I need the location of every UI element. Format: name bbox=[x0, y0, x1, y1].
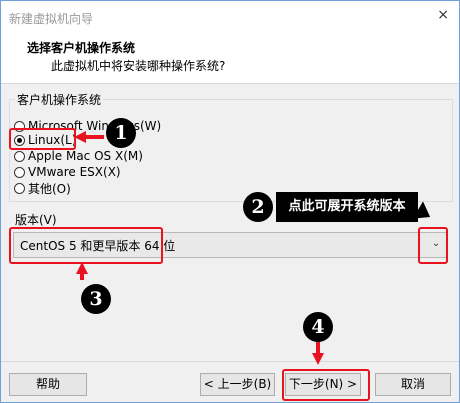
arrow-to-next bbox=[312, 353, 324, 365]
arrow-to-linux bbox=[74, 131, 86, 143]
arrow-to-version-shaft bbox=[80, 274, 84, 280]
step-badge-4: 4 bbox=[303, 312, 333, 342]
callout-expand-version: 点此可展开系统版本 bbox=[276, 192, 418, 222]
arrow-to-linux-shaft bbox=[86, 135, 104, 139]
step-badge-2: 2 bbox=[243, 192, 273, 222]
step-badge-1: 1 bbox=[106, 118, 136, 148]
arrow-to-version bbox=[76, 262, 88, 274]
arrow-to-next-shaft bbox=[316, 342, 320, 353]
step-badge-3: 3 bbox=[81, 284, 111, 314]
